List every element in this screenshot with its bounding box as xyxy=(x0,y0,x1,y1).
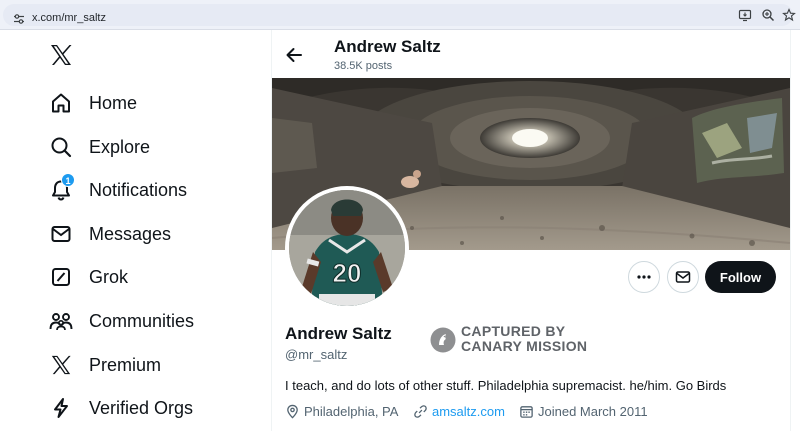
more-button[interactable] xyxy=(628,261,660,293)
zoom-icon[interactable] xyxy=(761,8,775,22)
home-icon xyxy=(48,90,74,116)
sidebar-item-label: Notifications xyxy=(89,179,188,200)
message-button[interactable] xyxy=(667,261,699,293)
grok-icon xyxy=(48,264,74,290)
location-text: Philadelphia, PA xyxy=(304,404,399,419)
sidebar-item-home[interactable]: Home xyxy=(40,83,260,123)
sidebar-nav: Home Explore 1 Notifications Messages Gr… xyxy=(0,30,271,431)
address-bar[interactable]: x.com/mr_saltz xyxy=(3,4,793,26)
profile-handle: @mr_saltz xyxy=(285,347,348,362)
search-icon xyxy=(48,134,74,160)
notification-badge: 1 xyxy=(61,173,75,187)
header-title: Andrew Saltz xyxy=(334,37,441,56)
sidebar-item-verified-orgs[interactable]: Verified Orgs xyxy=(40,388,260,428)
canary-mission-watermark: CAPTURED BY CANARY MISSION xyxy=(461,324,587,354)
calendar-icon xyxy=(520,406,533,418)
profile-website[interactable]: amsaltz.com xyxy=(413,404,505,419)
watermark-line-1: CAPTURED BY xyxy=(461,323,566,339)
bookmark-star-icon[interactable] xyxy=(782,8,796,22)
site-settings-icon[interactable] xyxy=(13,13,25,25)
sidebar-item-premium[interactable]: Premium xyxy=(40,345,260,385)
watermark-line-2: CANARY MISSION xyxy=(461,338,588,354)
sidebar-item-grok[interactable]: Grok xyxy=(40,257,260,297)
link-icon xyxy=(414,405,427,418)
canary-mission-logo-icon xyxy=(430,327,456,353)
sidebar-item-label: Messages xyxy=(89,223,172,244)
profile-joined: Joined March 2011 xyxy=(519,404,648,419)
envelope-icon xyxy=(675,271,691,283)
back-arrow-icon[interactable] xyxy=(283,44,305,66)
location-pin-icon xyxy=(287,404,298,419)
sidebar-item-communities[interactable]: Communities xyxy=(40,301,260,341)
avatar-image: 20 xyxy=(289,190,405,306)
x-logo-icon[interactable] xyxy=(49,43,73,67)
url-text[interactable]: x.com/mr_saltz xyxy=(32,12,106,24)
communities-icon xyxy=(48,308,74,334)
post-count: 38.5K posts xyxy=(334,60,393,72)
browser-toolbar: x.com/mr_saltz xyxy=(0,0,800,30)
follow-button[interactable]: Follow xyxy=(705,261,776,293)
lightning-icon xyxy=(48,395,74,421)
x-premium-icon xyxy=(48,352,74,378)
avatar[interactable]: 20 xyxy=(285,186,409,310)
sidebar-item-label: Grok xyxy=(89,266,129,287)
envelope-icon xyxy=(48,221,74,247)
sidebar-item-messages[interactable]: Messages xyxy=(40,214,260,254)
profile-bio: I teach, and do lots of other stuff. Phi… xyxy=(285,378,727,393)
bell-icon: 1 xyxy=(48,173,75,203)
website-link[interactable]: amsaltz.com xyxy=(432,404,505,419)
joined-text: Joined March 2011 xyxy=(538,404,648,419)
profile-name: Andrew Saltz xyxy=(285,324,392,343)
sidebar-item-label: Verified Orgs xyxy=(89,397,194,418)
jersey-number: 20 xyxy=(333,258,362,288)
column-divider xyxy=(790,30,791,431)
install-app-icon[interactable] xyxy=(738,8,752,22)
sidebar-item-label: Explore xyxy=(89,136,151,157)
sidebar-item-label: Communities xyxy=(89,310,195,331)
profile-location: Philadelphia, PA xyxy=(285,404,398,419)
sidebar-item-notifications[interactable]: 1 Notifications xyxy=(40,170,260,210)
sidebar-item-explore[interactable]: Explore xyxy=(40,127,260,167)
sidebar-item-label: Home xyxy=(89,92,138,113)
more-icon xyxy=(637,275,651,279)
sidebar-item-label: Premium xyxy=(89,354,162,375)
